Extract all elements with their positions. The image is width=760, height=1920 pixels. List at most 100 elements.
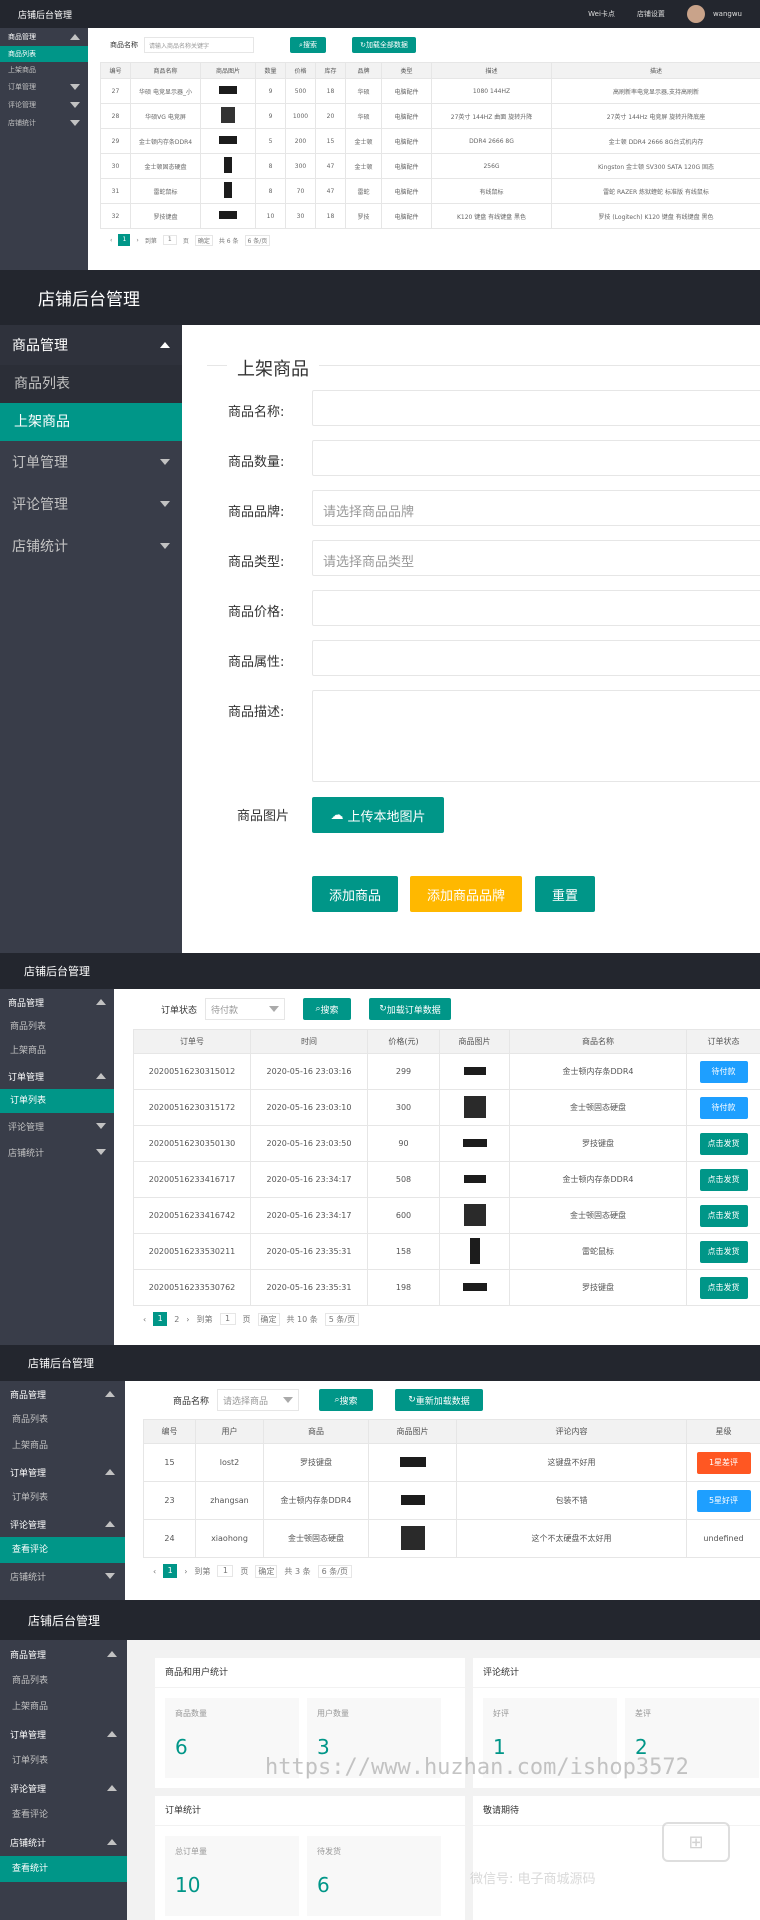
prev-page-icon[interactable]: ‹: [143, 1315, 146, 1324]
table-row[interactable]: 20200516233416742 2020-05-16 23:34:17 600 金…: [133, 1197, 760, 1234]
sidebar-item-add-product[interactable]: 上架商品: [0, 62, 88, 78]
order-status-select[interactable]: 待付款: [205, 998, 286, 1020]
sidebar-item-product-list[interactable]: 商品列表: [0, 1407, 125, 1433]
sidebar-group-products[interactable]: 商品管理: [0, 989, 114, 1015]
goto-input[interactable]: 1: [219, 1313, 236, 1325]
confirm-button[interactable]: 确定: [257, 1312, 280, 1326]
next-page-icon[interactable]: ›: [184, 1567, 187, 1576]
topnav-link-2[interactable]: 店铺设置: [637, 9, 665, 19]
sidebar-item-product-list[interactable]: 商品列表: [0, 1015, 114, 1039]
sidebar-item-order-list[interactable]: 订单列表: [0, 1748, 127, 1774]
sidebar-group-stats[interactable]: 店铺统计: [0, 1139, 114, 1165]
status-pending-button[interactable]: 待付款: [699, 1060, 748, 1083]
sidebar-item-view-comments[interactable]: 查看评论: [0, 1537, 125, 1563]
table-row[interactable]: 20200516230315172 2020-05-16 23:03:10 300 金…: [133, 1089, 760, 1126]
product-name-input[interactable]: [312, 390, 760, 426]
sidebar-group-orders[interactable]: 订单管理: [0, 1720, 127, 1748]
ship-button[interactable]: 点击发货: [699, 1168, 748, 1191]
search-button[interactable]: ⌕ 搜索: [303, 998, 352, 1020]
sidebar-group-stats[interactable]: 店铺统计: [0, 1563, 125, 1589]
sidebar-item-add-product[interactable]: 上架商品: [0, 1694, 127, 1720]
sidebar-group-stats[interactable]: 店铺统计: [0, 525, 182, 567]
upload-button[interactable]: ☁ 上传本地图片: [312, 797, 444, 833]
sidebar-item-add-product[interactable]: 上架商品: [0, 403, 182, 441]
sidebar-item-product-list[interactable]: 商品列表: [0, 365, 182, 403]
product-brand-select[interactable]: 请选择商品品牌: [312, 490, 760, 526]
table-row[interactable]: 27 华硕 电竞显示器_小 9 500 18 华硕 电脑配件 1080 144HZ 高刷新率电竞…: [100, 78, 760, 104]
sidebar-group-orders[interactable]: 订单管理: [0, 78, 88, 96]
table-row[interactable]: 20200516230350130 2020-05-16 23:03:50 90 罗技…: [133, 1125, 760, 1162]
sidebar-item-add-product[interactable]: 上架商品: [0, 1039, 114, 1063]
product-price-input[interactable]: [312, 590, 760, 626]
goto-input[interactable]: 1: [162, 235, 177, 245]
sidebar-group-comments[interactable]: 评论管理: [0, 1113, 114, 1139]
table-row[interactable]: 31 雷蛇鼠标 8 70 47 雷蛇 电脑配件 有线鼠标 雷蛇 RAZER 炼狱蝰蛇 标准版 有…: [100, 178, 760, 204]
sidebar-group-orders[interactable]: 订单管理: [0, 1063, 114, 1089]
sidebar-item-add-product[interactable]: 上架商品: [0, 1433, 125, 1459]
search-button[interactable]: ⌕ 搜索: [319, 1389, 374, 1411]
ship-button[interactable]: 点击发货: [699, 1276, 748, 1299]
perpage-select[interactable]: 6 条/页: [317, 1564, 352, 1578]
table-row[interactable]: 32 罗技键盘 10 30 18 罗技 电脑配件 K120 键盘 有线键盘 黑色 罗技 (Log…: [100, 203, 760, 229]
sidebar-item-product-list[interactable]: 商品列表: [0, 1668, 127, 1694]
sidebar-group-stats[interactable]: 店铺统计: [0, 114, 88, 132]
username[interactable]: wangwu: [713, 10, 742, 18]
perpage-select[interactable]: 6 条/页: [244, 234, 271, 246]
table-row[interactable]: 24 xiaohong 金士顿固态硬盘 这个不太硬盘不太好用 undefined: [143, 1519, 760, 1558]
prev-page-icon[interactable]: ‹: [153, 1567, 156, 1576]
sidebar-group-products[interactable]: 商品管理: [0, 28, 88, 46]
next-page-icon[interactable]: ›: [136, 237, 138, 244]
reload-button[interactable]: ↻ 加载订单数据: [369, 998, 452, 1020]
table-row[interactable]: 20200516233416717 2020-05-16 23:34:17 508 金…: [133, 1161, 760, 1198]
sidebar-item-order-list[interactable]: 订单列表: [0, 1485, 125, 1511]
reload-button[interactable]: ↻ 重新加载数据: [395, 1389, 484, 1411]
reload-button[interactable]: ↻ 加载全部数据: [352, 37, 416, 53]
search-button[interactable]: ⌕ 搜索: [290, 37, 326, 53]
avatar[interactable]: [686, 5, 705, 23]
product-select[interactable]: 请选择商品: [217, 1389, 300, 1411]
sidebar-group-comments[interactable]: 评论管理: [0, 1511, 125, 1537]
ship-button[interactable]: 点击发货: [699, 1240, 748, 1263]
sidebar-group-products[interactable]: 商品管理: [0, 325, 182, 365]
table-row[interactable]: 15 lost2 罗技键盘 这键盘不好用 1星差评: [143, 1443, 760, 1482]
sidebar-item-view-stats[interactable]: 查看统计: [0, 1856, 127, 1882]
product-quantity-input[interactable]: [312, 440, 760, 476]
prev-page-icon[interactable]: ‹: [110, 237, 112, 244]
sidebar-item-product-list[interactable]: 商品列表: [0, 46, 88, 62]
page-current[interactable]: 1: [163, 1564, 178, 1578]
ship-button[interactable]: 点击发货: [699, 1132, 748, 1155]
product-type-select[interactable]: 请选择商品类型: [312, 540, 760, 576]
sidebar-group-stats[interactable]: 店铺统计: [0, 1828, 127, 1856]
sidebar-group-products[interactable]: 商品管理: [0, 1640, 127, 1668]
sidebar-group-orders[interactable]: 订单管理: [0, 1459, 125, 1485]
table-row[interactable]: 29 金士顿内存条DDR4 5 200 15 金士顿 电脑配件 DDR4 2666 8G 金士顿…: [100, 128, 760, 154]
sidebar-item-order-list[interactable]: 订单列表: [0, 1089, 114, 1113]
topnav-link-1[interactable]: Wei卡点: [588, 9, 615, 19]
search-input[interactable]: 请输入商品名称关键字: [144, 37, 254, 53]
goto-input[interactable]: 1: [217, 1565, 234, 1577]
status-pending-button[interactable]: 待付款: [699, 1096, 748, 1119]
next-page-icon[interactable]: ›: [186, 1315, 189, 1324]
sidebar-group-comments[interactable]: 评论管理: [0, 483, 182, 525]
table-row[interactable]: 30 金士顿固态硬盘 8 300 47 金士顿 电脑配件 256G Kingston 金士顿 S…: [100, 153, 760, 179]
perpage-select[interactable]: 5 条/页: [324, 1312, 360, 1326]
add-brand-button[interactable]: 添加商品品牌: [410, 876, 522, 912]
confirm-button[interactable]: 确定: [255, 1564, 278, 1578]
sidebar-group-orders[interactable]: 订单管理: [0, 441, 182, 483]
sidebar-item-view-comments[interactable]: 查看评论: [0, 1802, 127, 1828]
add-product-button[interactable]: 添加商品: [312, 876, 398, 912]
reset-button[interactable]: 重置: [535, 876, 595, 912]
confirm-button[interactable]: 确定: [194, 234, 213, 246]
sidebar-group-comments[interactable]: 评论管理: [0, 1774, 127, 1802]
table-row[interactable]: 20200516230315012 2020-05-16 23:03:16 299 金…: [133, 1053, 760, 1090]
table-row[interactable]: 20200516233530762 2020-05-16 23:35:31 198 罗…: [133, 1269, 760, 1306]
table-row[interactable]: 20200516233530211 2020-05-16 23:35:31 158 雷…: [133, 1233, 760, 1270]
ship-button[interactable]: 点击发货: [699, 1204, 748, 1227]
product-desc-textarea[interactable]: [312, 690, 760, 782]
page-2[interactable]: 2: [174, 1315, 179, 1324]
product-attr-input[interactable]: [312, 640, 760, 676]
sidebar-group-products[interactable]: 商品管理: [0, 1381, 125, 1407]
page-current[interactable]: 1: [118, 234, 131, 246]
table-row[interactable]: 23 zhangsan 金士顿内存条DDR4 包装不错 5星好评: [143, 1481, 760, 1520]
sidebar-group-comments[interactable]: 评论管理: [0, 96, 88, 114]
